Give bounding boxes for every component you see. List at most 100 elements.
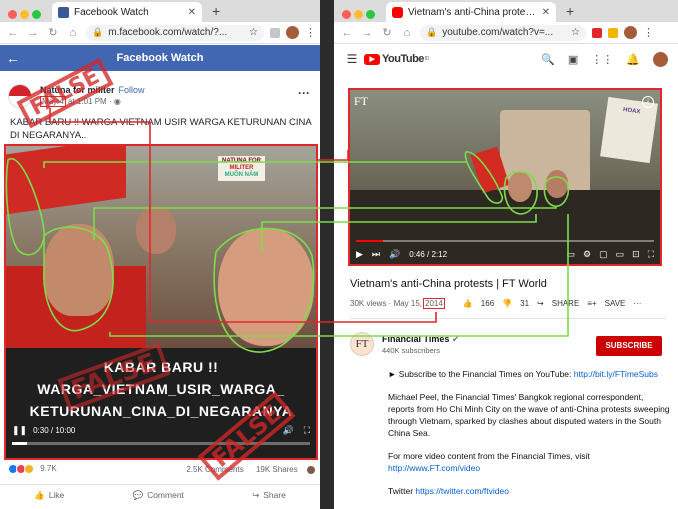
minimize-window-button[interactable] [354,10,363,19]
volume-icon[interactable]: 🔊 [282,425,293,436]
browser-menu-icon[interactable]: ⋮ [305,26,316,39]
browser-menu-icon[interactable]: ⋮ [643,26,654,39]
twitter-link[interactable]: https://twitter.com/ftvideo [415,486,509,496]
share-button[interactable]: ↪ Share [252,490,286,501]
back-arrow-icon[interactable]: ← [340,27,354,39]
bell-icon[interactable]: 🔔 [626,53,640,66]
protester-face [44,224,114,316]
maximize-window-button[interactable] [32,10,41,19]
post-author[interactable]: Natuna for militer [40,85,115,95]
miniplayer-icon[interactable]: ▢ [599,249,608,260]
home-icon[interactable]: ⌂ [400,27,414,39]
share-button[interactable]: SHARE [552,299,580,308]
save-icon[interactable]: ≡+ [587,299,596,308]
browser-toolbar: ← → ↻ ⌂ 🔒 youtube.com/watch?v=... ☆ ⋮ [334,22,678,44]
play-icon[interactable]: ❚❚ [12,425,27,436]
share-icon[interactable]: ↪ [537,299,544,308]
new-tab-button[interactable]: + [566,3,574,19]
facebook-video-player[interactable]: NATUNA FOR MILITER MUÔN NĂM KABAR BARU !… [4,144,318,460]
hamburger-menu-icon[interactable]: ☰ [340,52,364,66]
channel-name[interactable]: Financial Times [382,334,449,344]
reload-icon[interactable]: ↻ [46,26,60,39]
home-icon[interactable]: ⌂ [66,27,80,39]
volume-icon[interactable]: 🔊 [389,249,400,260]
verified-icon: ✔ [451,334,460,344]
video-title: Vietnam's anti-China protests | FT World [350,278,547,290]
back-arrow-icon[interactable]: ← [6,27,20,39]
post-actions: 👍 Like 💬 Comment ↪ Share [0,484,320,506]
banner-text: MUÔN NĂM [224,172,259,178]
video-progress-fill [356,240,383,242]
fullscreen-icon[interactable]: ⛶ [648,249,654,260]
extension-icon[interactable] [608,27,618,38]
more-options-icon[interactable]: ··· [633,299,641,308]
channel-avatar[interactable]: FT [350,332,374,356]
ft-video-link[interactable]: http://www.FT.com/video [388,463,480,473]
settings-gear-icon[interactable]: ⚙ [583,249,591,260]
shares-count[interactable]: 19K Shares [256,465,298,474]
save-button[interactable]: SAVE [605,299,626,308]
follow-link[interactable]: Follow [119,85,145,95]
account-avatar[interactable] [653,51,668,67]
extension-icon[interactable] [270,27,280,38]
star-icon[interactable]: ☆ [571,27,580,38]
address-bar[interactable]: 🔒 m.facebook.com/watch/?... ☆ [86,24,264,41]
close-window-button[interactable] [342,10,351,19]
more-options-icon[interactable]: ··· [298,86,310,100]
like-icon[interactable]: 👍 [463,299,473,308]
video-meta: 30K views · May 15, 2014 👍 166 👎 31 ↪ SHARE … [350,298,668,309]
fullscreen-icon[interactable]: ⛶ [304,425,310,436]
video-progress-bar[interactable] [12,442,310,445]
like-button[interactable]: 👍 Like [34,490,64,501]
comments-count[interactable]: 2.5K Comments [186,465,243,474]
description-text: Michael Peel, the Financial Times' Bangk… [388,392,670,438]
youtube-logo[interactable]: ▶ YouTube ID [364,53,429,65]
tab-title: Vietnam's anti-China protests [408,6,536,18]
youtube-header: ☰ ▶ YouTube ID 🔍 ▣ ⋮⋮ 🔔 [334,45,678,73]
new-tab-button[interactable]: + [212,3,220,19]
close-tab-icon[interactable]: ✕ [542,7,550,18]
close-tab-icon[interactable]: ✕ [188,7,196,18]
captions-icon[interactable]: ▭ [567,249,576,260]
apps-grid-icon[interactable]: ⋮⋮ [591,53,613,66]
address-bar[interactable]: 🔒 youtube.com/watch?v=... ☆ [420,24,586,41]
close-window-button[interactable] [8,10,17,19]
forward-arrow-icon[interactable]: → [360,27,374,39]
reaction-count[interactable]: 9.7K [40,464,56,473]
youtube-favicon-icon [392,6,403,18]
subscribe-link[interactable]: http://bit.ly/FTimeSubs [574,369,658,379]
subscriber-count: 440K subscribers [382,346,440,355]
page-avatar[interactable] [8,84,32,108]
back-arrow-icon[interactable]: ← [0,50,26,66]
lock-icon: 🔒 [92,27,104,37]
tab-title: Facebook Watch [74,6,149,18]
info-icon[interactable]: i [642,96,654,108]
comment-button[interactable]: 💬 Comment [132,490,183,501]
share-icon: ↪ [252,490,260,500]
search-icon[interactable]: 🔍 [541,53,555,66]
profile-avatar[interactable] [286,26,299,39]
tab-youtube-video[interactable]: Vietnam's anti-China protests ✕ [386,2,556,22]
tab-facebook-watch[interactable]: Facebook Watch ✕ [52,2,202,22]
next-icon[interactable]: ⏭ [372,249,380,260]
caption-line: KABAR BARU !! [103,359,219,375]
theater-mode-icon[interactable]: ▭ [616,249,625,260]
cast-icon[interactable]: ⊡ [632,249,640,260]
minimize-window-button[interactable] [20,10,29,19]
video-year: 2014 [423,298,445,309]
video-progress-bar[interactable] [356,240,654,242]
youtube-video-player[interactable]: HOAX FT i ▶ ⏭ 🔊 0:46 / 2:12 ▭ ⚙ ▢ ▭ ⊡ ⛶ [348,88,662,266]
subscribe-button[interactable]: SUBSCRIBE [596,336,662,356]
browser-toolbar: ← → ↻ ⌂ 🔒 m.facebook.com/watch/?... ☆ ⋮ [0,22,320,44]
extension-icon[interactable] [592,27,602,38]
reload-icon[interactable]: ↻ [380,26,394,39]
star-icon[interactable]: ☆ [249,27,258,38]
play-icon[interactable]: ▶ [356,249,363,260]
maximize-window-button[interactable] [366,10,375,19]
profile-avatar[interactable] [624,26,637,39]
camera-icon[interactable]: ▣ [568,53,578,66]
tab-bar: Vietnam's anti-China protests ✕ + [334,0,678,22]
post-date-day[interactable]: May 4 [40,96,66,107]
forward-arrow-icon[interactable]: → [26,27,40,39]
dislike-icon[interactable]: 👎 [502,299,512,308]
